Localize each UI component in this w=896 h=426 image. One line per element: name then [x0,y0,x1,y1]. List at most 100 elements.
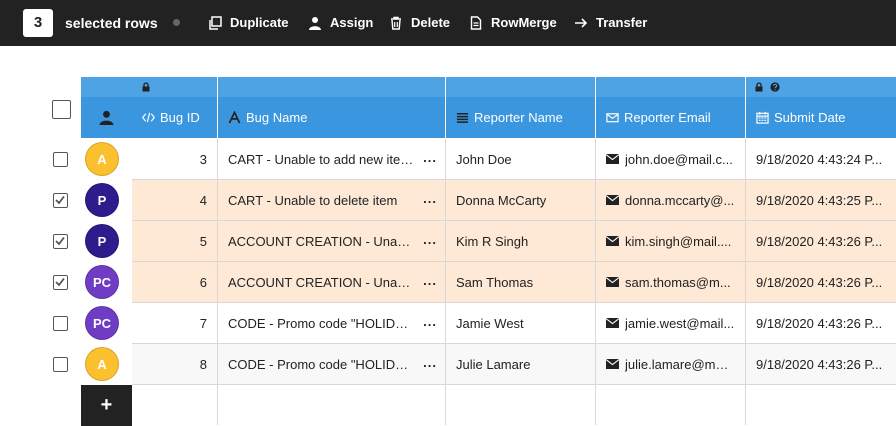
submit-date-cell[interactable]: 9/18/2020 4:43:26 P... [746,344,896,384]
table-row[interactable]: 8 CODE - Promo code "HOLIDAY"... Julie Lam… [132,344,896,385]
assign-button[interactable]: Assign [308,15,373,30]
reporter-email-cell[interactable]: donna.mccarty@... [596,180,746,220]
align-justify-icon [456,113,469,123]
envelope-icon [606,113,619,123]
delete-button[interactable]: Delete [389,15,450,30]
empty-new-row [132,385,896,426]
reporter-name-cell[interactable]: Jamie West [446,303,596,343]
reporter-email-value: donna.mccarty@... [625,192,735,208]
header-band-reporter-email [596,77,746,97]
bug-name-cell[interactable]: CART - Unable to add new item to... [218,139,446,179]
bug-id-value: 8 [199,356,207,372]
header-reporter-email-label: Reporter Email [624,110,711,125]
header-reporter-name[interactable]: Reporter Name [446,97,596,138]
more-options-button[interactable]: ... [423,232,437,247]
document-icon [470,15,482,30]
selected-count-badge: 3 [23,9,53,37]
envelope-icon [606,236,619,246]
checkmark-icon [55,195,65,205]
row-avatar[interactable]: PC [85,306,119,340]
more-options-button[interactable]: ... [423,355,437,370]
header-bug-id[interactable]: Bug ID [132,97,218,138]
more-options-button[interactable]: ... [423,150,437,165]
add-row-button[interactable]: + [81,385,132,426]
duplicate-button[interactable]: Duplicate [208,15,289,30]
header-bug-name[interactable]: Bug Name [218,97,446,138]
row-checkbox[interactable] [53,152,68,167]
submit-date-value: 9/18/2020 4:43:26 P... [756,233,883,249]
header-submit-date[interactable]: Submit Date [746,97,896,138]
help-icon[interactable] [770,82,780,92]
select-all-checkbox[interactable] [52,100,71,119]
row-avatar[interactable]: PC [85,265,119,299]
row-avatar[interactable]: P [85,224,119,258]
selected-rows-label: selected rows [65,15,158,31]
table-row[interactable]: 3 CART - Unable to add new item to... John… [132,139,896,180]
table-row[interactable]: 5 ACCOUNT CREATION - Unable to... Kim R Si… [132,221,896,262]
transfer-button[interactable]: Transfer [574,15,647,30]
bug-id-cell[interactable]: 6 [132,262,218,302]
bug-name-value: CART - Unable to add new item to [228,151,415,167]
bug-id-cell[interactable]: 7 [132,303,218,343]
bug-id-cell[interactable]: 3 [132,139,218,179]
row-checkbox[interactable] [53,316,68,331]
bug-id-cell[interactable]: 5 [132,221,218,261]
envelope-icon [606,195,619,205]
bug-id-value: 6 [199,274,207,290]
submit-date-cell[interactable]: 9/18/2020 4:43:24 P... [746,139,896,179]
bug-name-cell[interactable]: ACCOUNT CREATION - Unable to... [218,221,446,261]
assign-label: Assign [330,15,374,30]
row-checkbox[interactable] [53,234,68,249]
bug-name-value: CODE - Promo code "HOLIDAY" [228,356,415,372]
bug-name-cell[interactable]: ACCOUNT CREATION - Unable to... [218,262,446,302]
reporter-name-cell[interactable]: Julie Lamare [446,344,596,384]
header-submit-date-label: Submit Date [774,110,846,125]
table-row[interactable]: 6 ACCOUNT CREATION - Unable to... Sam Thom… [132,262,896,303]
table-row[interactable]: 7 CODE - Promo code "HOLIDAY"... Jamie Wes… [132,303,896,344]
submit-date-cell[interactable]: 9/18/2020 4:43:26 P... [746,221,896,261]
bug-name-cell[interactable]: CODE - Promo code "HOLIDAY"... [218,344,446,384]
bug-name-cell[interactable]: CODE - Promo code "HOLIDAY"... [218,303,446,343]
row-avatar[interactable]: P [85,183,119,217]
reporter-email-value: jamie.west@mail... [625,315,735,331]
submit-date-cell[interactable]: 9/18/2020 4:43:26 P... [746,262,896,302]
reporter-email-cell[interactable]: john.doe@mail.c... [596,139,746,179]
reporter-name-value: Kim R Singh [456,233,529,249]
font-icon [228,111,241,124]
row-avatar[interactable]: A [85,142,119,176]
row-checkbox[interactable] [53,357,68,372]
header-reporter-email[interactable]: Reporter Email [596,97,746,138]
rowmerge-button[interactable]: RowMerge [469,15,557,30]
bug-id-value: 7 [199,315,207,331]
submit-date-cell[interactable]: 9/18/2020 4:43:25 P... [746,180,896,220]
row-checkbox[interactable] [53,275,68,290]
reporter-name-cell[interactable]: Donna McCarty [446,180,596,220]
more-options-button[interactable]: ... [423,191,437,206]
bug-name-cell[interactable]: CART - Unable to delete item... [218,180,446,220]
lock-icon [142,82,150,92]
envelope-icon [606,277,619,287]
reporter-email-cell[interactable]: julie.lamare@mai... [596,344,746,384]
reporter-email-cell[interactable]: kim.singh@mail.... [596,221,746,261]
bug-id-value: 3 [199,151,207,167]
row-checkbox[interactable] [53,193,68,208]
bug-id-cell[interactable]: 8 [132,344,218,384]
rowmerge-label: RowMerge [491,15,557,30]
reporter-email-cell[interactable]: jamie.west@mail... [596,303,746,343]
bug-name-value: ACCOUNT CREATION - Unable to [228,233,415,249]
table-row[interactable]: 4 CART - Unable to delete item... Donna Mc… [132,180,896,221]
row-avatar[interactable]: A [85,347,119,381]
more-options-button[interactable]: ... [423,273,437,288]
bug-name-value: CART - Unable to delete item [228,192,398,208]
more-options-button[interactable]: ... [423,314,437,329]
reporter-email-cell[interactable]: sam.thomas@m... [596,262,746,302]
bug-id-value: 4 [199,192,207,208]
reporter-name-cell[interactable]: Sam Thomas [446,262,596,302]
bug-id-cell[interactable]: 4 [132,180,218,220]
envelope-icon [606,318,619,328]
submit-date-cell[interactable]: 9/18/2020 4:43:26 P... [746,303,896,343]
reporter-name-cell[interactable]: Kim R Singh [446,221,596,261]
trash-icon [391,16,401,30]
reporter-name-cell[interactable]: John Doe [446,139,596,179]
header-band-bug-name [218,77,446,97]
